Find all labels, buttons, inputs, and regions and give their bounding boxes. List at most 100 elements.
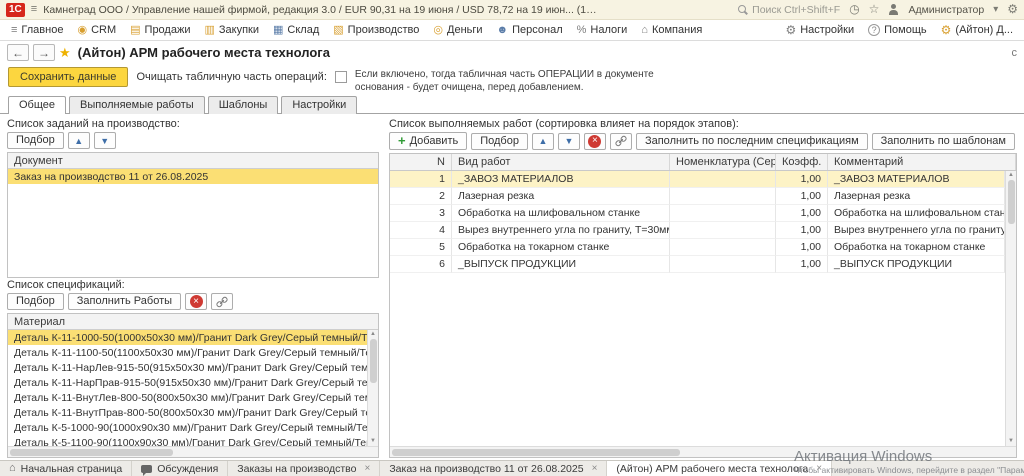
works-move-up-button[interactable] [532,133,554,150]
works-horizontal-scrollbar[interactable] [390,446,1016,457]
spec-row[interactable]: Деталь К-11-1000-50(1000x50x30 мм)/Грани… [8,330,367,345]
menu-item-sales[interactable]: Продажи [123,22,197,38]
favorite-star-icon[interactable] [59,46,71,60]
column-header-work-type[interactable]: Вид работ [452,154,670,170]
cell-work-type[interactable]: _ВЫПУСК ПРОДУКЦИИ [452,256,670,273]
column-header-n[interactable]: N [390,154,452,170]
scroll-down-icon[interactable] [370,438,376,445]
tab-works[interactable]: Выполняемые работы [69,96,205,114]
chevron-down-icon[interactable] [993,4,998,15]
tasks-column-header[interactable]: Документ [8,153,378,169]
specs-vertical-scrollbar[interactable] [367,330,378,446]
close-icon[interactable]: × [816,463,822,474]
scroll-down-icon[interactable] [1008,438,1014,445]
spec-row[interactable]: Деталь К-11-ВнутЛев-800-50(800x50x30 мм)… [8,390,367,405]
specs-fill-works-button[interactable]: Заполнить Работы [68,293,181,310]
save-data-button[interactable]: Сохранить данные [8,67,128,87]
menu-item-money[interactable]: Деньги [426,22,489,38]
specs-delete-button[interactable] [185,293,207,310]
close-icon[interactable]: × [364,463,370,474]
close-icon[interactable]: × [592,463,598,474]
cell-comment[interactable]: Лазерная резка [828,188,1005,205]
spec-row[interactable]: Деталь К-5-1000-90(1000x90x30 мм)/Гранит… [8,420,367,435]
spec-row[interactable]: Деталь К-11-НарЛев-915-50(915x50x30 мм)/… [8,360,367,375]
cell-work-type[interactable]: _ЗАВОЗ МАТЕРИАЛОВ [452,171,670,188]
taskbar-tab-arm-technolog[interactable]: (Айтон) АРМ рабочего места технолога × [607,461,832,476]
cell-work-type[interactable]: Обработка на шлифовальном станке [452,205,670,222]
cell-comment[interactable]: _ВЫПУСК ПРОДУКЦИИ [828,256,1005,273]
cell-n[interactable]: 3 [390,205,452,222]
works-add-button[interactable]: Добавить [389,132,467,150]
favorites-icon[interactable] [869,3,880,16]
tab-settings[interactable]: Настройки [281,96,357,114]
taskbar-tab-production-orders[interactable]: Заказы на производство × [228,461,380,476]
works-move-down-button[interactable] [558,133,580,150]
cell-n[interactable]: 6 [390,256,452,273]
fill-by-templates-button[interactable]: Заполнить по шаблонам [872,133,1015,150]
clear-operations-checkbox[interactable] [335,71,347,83]
cell-n[interactable]: 1 [390,171,452,188]
menu-item-production[interactable]: Производство [326,22,426,38]
cell-comment[interactable]: Вырез внутреннего угла по граниту, Т=30м… [828,222,1005,239]
menu-item-personnel[interactable]: Персонал [490,22,570,38]
tasks-pick-button[interactable]: Подбор [7,132,64,149]
cell-work-type[interactable]: Вырез внутреннего угла по граниту, Т=30м… [452,222,670,239]
hamburger-menu-icon[interactable] [31,4,37,15]
task-row[interactable]: Заказ на производство 11 от 26.08.2025 [8,169,378,184]
spec-row[interactable]: Деталь К-11-ВнутПрав-800-50(800x50x30 мм… [8,405,367,420]
work-row[interactable]: 3 Обработка на шлифовальном станке 1,00 … [390,205,1005,222]
work-row[interactable]: 2 Лазерная резка 1,00 Лазерная резка [390,188,1005,205]
taskbar-tab-discussions[interactable]: Обсуждения [132,461,228,476]
cell-coeff[interactable]: 1,00 [776,256,828,273]
works-delete-button[interactable] [584,133,606,150]
menu-item-main[interactable]: Главное [4,22,70,38]
cell-comment[interactable]: Обработка на токарном станке [828,239,1005,256]
cell-nomenclature[interactable] [670,222,776,239]
work-row[interactable]: 5 Обработка на токарном станке 1,00 Обра… [390,239,1005,256]
column-header-comment[interactable]: Комментарий [828,154,1016,170]
works-link-button[interactable] [610,133,632,150]
specs-link-button[interactable] [211,293,233,310]
menu-item-ayton[interactable]: (Айтон) Д... [934,22,1020,39]
tasks-move-down-button[interactable] [94,132,116,149]
global-search[interactable]: Поиск Ctrl+Shift+F [737,4,840,16]
cell-n[interactable]: 2 [390,188,452,205]
column-header-nomenclature[interactable]: Номенклатура (Сер... [670,154,776,170]
cell-nomenclature[interactable] [670,239,776,256]
spec-row[interactable]: Деталь К-11-НарПрав-915-50(915x50x30 мм)… [8,375,367,390]
spec-row[interactable]: Деталь К-5-1100-90(1100x90x30 мм)/Гранит… [8,435,367,446]
taskbar-tab-production-order-11[interactable]: Заказ на производство 11 от 26.08.2025 × [380,461,607,476]
work-row[interactable]: 4 Вырез внутреннего угла по граниту, Т=3… [390,222,1005,239]
menu-item-company[interactable]: Компания [634,22,709,38]
menu-item-warehouse[interactable]: Склад [266,22,326,38]
specs-pick-button[interactable]: Подбор [7,293,64,310]
gear-icon[interactable] [1007,3,1018,16]
menu-item-taxes[interactable]: Налоги [570,22,635,38]
cell-comment[interactable]: Обработка на шлифовальном станке [828,205,1005,222]
scrollbar-thumb[interactable] [370,339,377,383]
cell-coeff[interactable]: 1,00 [776,222,828,239]
tasks-move-up-button[interactable] [68,132,90,149]
menu-item-help[interactable]: Помощь [861,22,934,39]
menu-item-crm[interactable]: CRM [70,22,123,38]
tab-templates[interactable]: Шаблоны [208,96,279,114]
menu-item-purchases[interactable]: Закупки [197,22,266,38]
cell-n[interactable]: 4 [390,222,452,239]
cell-comment[interactable]: _ЗАВОЗ МАТЕРИАЛОВ [828,171,1005,188]
work-row[interactable]: 6 _ВЫПУСК ПРОДУКЦИИ 1,00 _ВЫПУСК ПРОДУКЦ… [390,256,1005,273]
works-vertical-scrollbar[interactable] [1005,171,1016,446]
cell-coeff[interactable]: 1,00 [776,188,828,205]
specs-column-header[interactable]: Материал [8,314,378,330]
current-user[interactable]: Администратор [908,4,984,16]
cell-nomenclature[interactable] [670,205,776,222]
cell-coeff[interactable]: 1,00 [776,171,828,188]
forward-button[interactable] [33,44,55,61]
column-header-coeff[interactable]: Коэфф. [776,154,828,170]
taskbar-tab-home[interactable]: Начальная страница [0,461,132,476]
cell-coeff[interactable]: 1,00 [776,205,828,222]
works-pick-button[interactable]: Подбор [471,133,528,150]
work-row[interactable]: 1 _ЗАВОЗ МАТЕРИАЛОВ 1,00 _ЗАВОЗ МАТЕРИАЛ… [390,171,1005,188]
scrollbar-thumb[interactable] [392,449,680,456]
history-icon[interactable] [849,3,859,16]
cell-work-type[interactable]: Лазерная резка [452,188,670,205]
